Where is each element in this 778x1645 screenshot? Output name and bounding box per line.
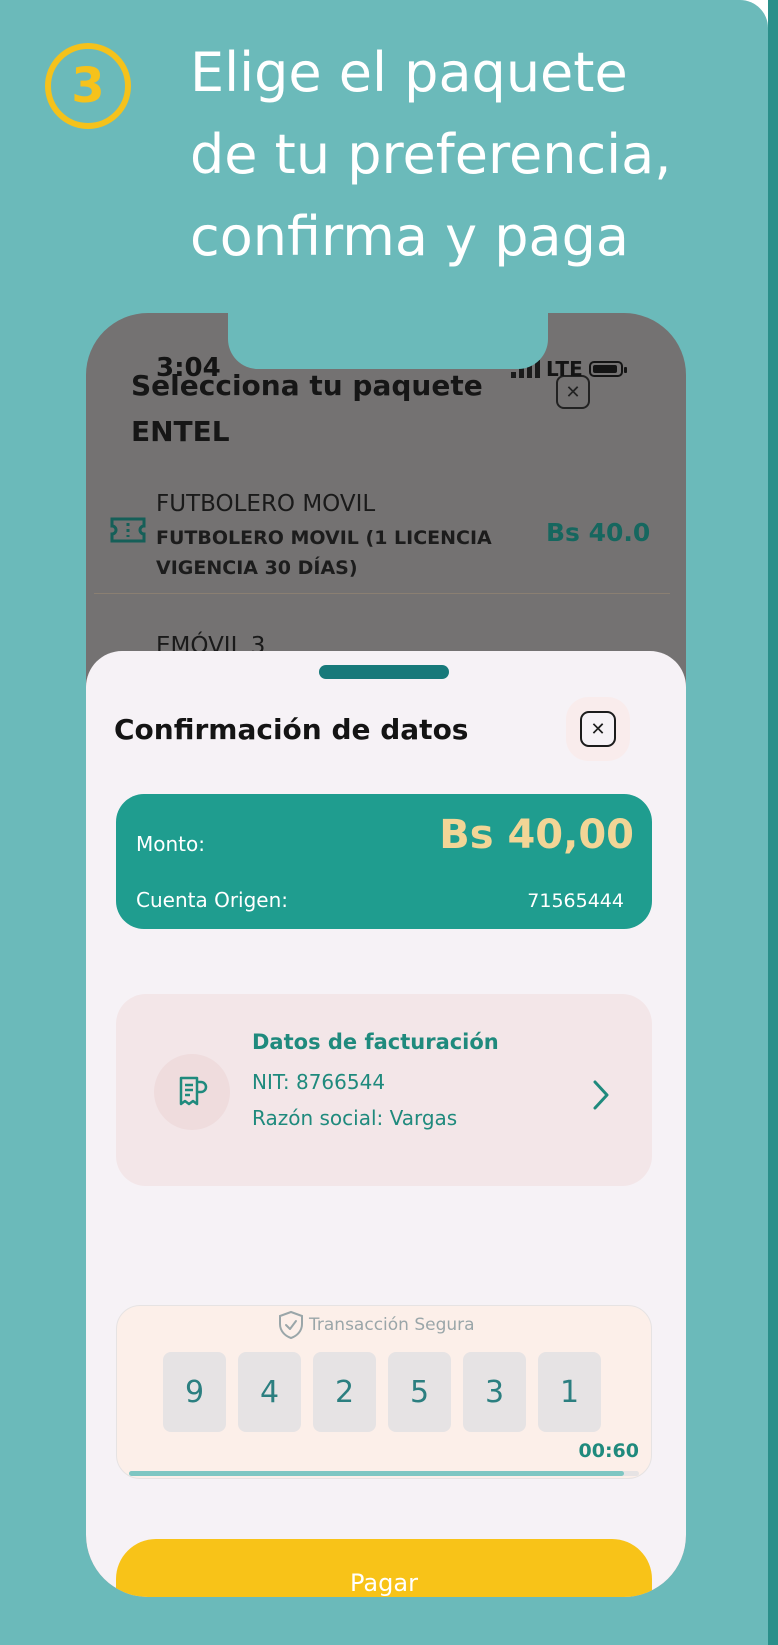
status-time: 3:04 <box>156 353 221 383</box>
close-icon: ✕ <box>565 381 581 403</box>
package-divider <box>94 593 670 594</box>
headline-line-2: de tu preferencia, <box>190 123 672 186</box>
sheet-title: Confirmación de datos <box>114 713 469 746</box>
step-number-badge: 3 <box>45 43 131 129</box>
pay-button-label: Pagar <box>350 1569 418 1597</box>
package-description[interactable]: FUTBOLERO MOVIL (1 LICENCIA VIGENCIA 30 … <box>156 523 496 583</box>
step-number: 3 <box>71 58 105 114</box>
package-name: FUTBOLERO MOVIL <box>156 491 376 517</box>
token-digits: 9 4 2 5 3 1 <box>163 1352 601 1432</box>
network-type: LTE <box>546 357 583 381</box>
token-timer: 00:60 <box>578 1440 639 1462</box>
secure-transaction-label: Transacción Segura <box>309 1315 475 1335</box>
headline: Elige el paquete de tu preferencia, conf… <box>190 32 750 278</box>
chevron-right-icon[interactable] <box>590 1078 612 1112</box>
token-digit: 2 <box>313 1352 376 1432</box>
headline-line-3: confirma y paga <box>190 205 629 268</box>
amount-value: Bs 40,00 <box>439 812 634 858</box>
invoice-icon-wrap <box>154 1054 230 1130</box>
battery-icon <box>588 361 627 377</box>
phone-notch <box>228 313 548 369</box>
token-digit: 4 <box>238 1352 301 1432</box>
billing-nit: NIT: 8766544 <box>252 1070 386 1094</box>
shield-check-icon <box>279 1310 303 1340</box>
secure-transaction-row: Transacción Segura <box>277 1310 475 1340</box>
phone-frame: 3:04 LTE Selecciona tu paquete ENTEL ✕ F… <box>86 313 686 1597</box>
billing-title: Datos de facturación <box>252 1030 499 1054</box>
edge-strip <box>768 0 778 1645</box>
package-price: Bs 40.0 <box>546 518 651 547</box>
sheet-grabber[interactable] <box>319 665 449 679</box>
token-digit: 5 <box>388 1352 451 1432</box>
amount-label: Monto: <box>136 832 205 856</box>
amount-card: Monto: Bs 40,00 Cuenta Origen: 71565444 <box>116 794 652 929</box>
token-progress-fill <box>129 1471 624 1476</box>
token-progress-track <box>129 1471 639 1476</box>
token-digit: 1 <box>538 1352 601 1432</box>
close-icon: ✕ <box>590 718 606 740</box>
confirmation-sheet: Confirmación de datos ✕ Monto: Bs 40,00 … <box>86 651 686 1597</box>
security-token-box: Transacción Segura 9 4 2 5 3 1 00:60 <box>116 1305 652 1479</box>
sheet-close-button[interactable]: ✕ <box>580 711 616 747</box>
ticket-icon <box>110 517 146 543</box>
origin-account-label: Cuenta Origen: <box>136 888 289 912</box>
pay-button[interactable]: Pagar <box>116 1539 652 1597</box>
origin-account-value: 71565444 <box>527 890 624 912</box>
token-digit: 9 <box>163 1352 226 1432</box>
headline-line-1: Elige el paquete <box>190 41 628 104</box>
receipt-icon <box>179 1076 208 1106</box>
billing-card[interactable]: Datos de facturación NIT: 8766544 Razón … <box>116 994 652 1186</box>
token-digit: 3 <box>463 1352 526 1432</box>
billing-business-name: Razón social: Vargas <box>252 1106 458 1130</box>
